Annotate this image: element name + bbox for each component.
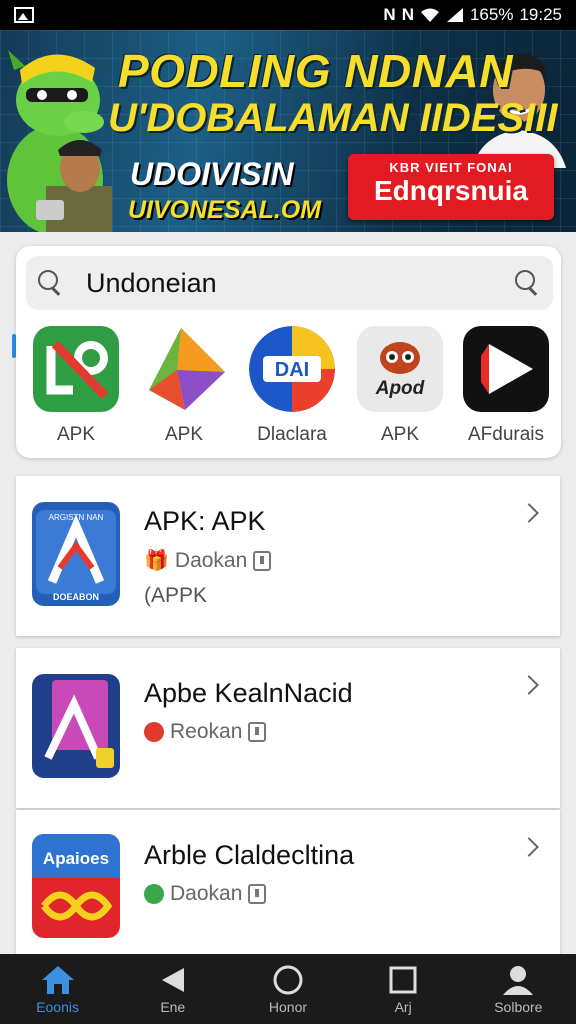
download-icon — [248, 722, 267, 742]
nav-item-back[interactable]: Ene — [123, 963, 223, 1015]
download-icon — [253, 550, 272, 571]
list-item-meta: Reokan — [144, 720, 267, 744]
banner-headline-secondary: U'DOBALAMAN IIDESIII — [108, 96, 558, 140]
list-item-title: Apbe KealnNacid — [144, 678, 353, 708]
app-tile-label: Dlaclara — [257, 424, 327, 445]
list-item-meta-text: Daokan — [174, 548, 248, 572]
wifi-icon — [420, 8, 439, 22]
app-list-icon — [32, 674, 120, 778]
app-tile-4[interactable]: Apod APK — [350, 326, 450, 446]
list-item[interactable]: ARGISTN NAN DOEABON APK: APK 🎁 Daokan (AP… — [16, 476, 560, 636]
list-item-subtitle: (APPK — [144, 584, 208, 607]
search-card: Undoneian APK APK DAI Dlaclara Apod APK — [16, 246, 561, 458]
banner-cta-button[interactable]: KBR VIEIT FONAI Ednqrsnuia — [348, 154, 554, 220]
chevron-right-icon[interactable] — [519, 675, 539, 695]
cta-small-text: KBR VIEIT FONAI — [389, 160, 513, 175]
banner-headline: PODLING NDNAN — [118, 45, 513, 97]
gift-icon: 🎁 — [144, 550, 169, 572]
network-indicator: N — [383, 5, 396, 24]
banner-url: UIVONESAL.OM — [128, 196, 322, 224]
search-submit-icon[interactable] — [515, 270, 541, 296]
search-input[interactable]: Undoneian — [26, 256, 553, 310]
search-query[interactable]: Undoneian — [86, 268, 515, 299]
chevron-right-icon[interactable] — [519, 837, 539, 857]
dai-icon: DAI — [249, 326, 335, 412]
download-icon — [248, 884, 267, 904]
list-item[interactable]: Apbe KealnNacid Reokan — [16, 648, 560, 808]
clock: 19:25 — [519, 5, 562, 24]
nav-label: Arj — [394, 999, 412, 1015]
list-item-title: APK: APK — [144, 506, 266, 536]
nav-label: Honor — [268, 999, 308, 1015]
nav-label: Eoonis — [36, 999, 79, 1015]
app-list-icon: Apaioes — [32, 834, 120, 938]
gallery-notification-icon — [14, 7, 34, 23]
home-icon — [41, 966, 74, 994]
colorful-arrow-icon — [141, 326, 227, 412]
nfc-icon: Ν — [401, 5, 414, 24]
app-tile-3[interactable]: DAI Dlaclara — [242, 326, 342, 446]
nav-label: Solbore — [494, 999, 543, 1015]
nav-label: Ene — [160, 999, 186, 1015]
back-icon — [161, 968, 184, 992]
list-item-meta-text: Daokan — [170, 882, 243, 905]
leaf-icon — [144, 884, 164, 904]
play-icon — [463, 326, 549, 412]
list-item-title: Arble Claldecltina — [144, 840, 355, 870]
svg-text:Apod: Apod — [375, 378, 425, 399]
apod-owl-icon: Apod — [357, 326, 443, 412]
circle-icon — [273, 965, 303, 995]
list-item-meta: 🎁 Daokan — [144, 548, 272, 573]
app-tile-1[interactable]: APK — [26, 326, 126, 446]
status-bar: N Ν 165% 19:25 — [0, 0, 576, 30]
icon-caption-bottom: DOEABON — [53, 592, 99, 602]
battery-level: 165% — [469, 5, 514, 24]
nav-item-profile[interactable]: Solbore — [468, 963, 568, 1015]
badge-icon — [144, 722, 164, 742]
app-tile-label: APK — [164, 424, 204, 445]
app-tile-label: AFdurais — [467, 424, 545, 445]
bottom-navigation: Eoonis Ene Honor Arj Solbore — [0, 954, 576, 1024]
list-item[interactable]: Apaioes Arble Claldecltina Daokan — [16, 810, 560, 970]
app-list-icon: ARGISTN NAN DOEABON — [32, 502, 120, 606]
search-icon[interactable] — [38, 270, 64, 296]
app-tile-label: APK — [380, 424, 420, 445]
square-icon — [389, 966, 417, 994]
list-item-meta: Daokan — [144, 882, 267, 906]
svg-text:DAI: DAI — [275, 359, 309, 381]
list-item-meta-text: Reokan — [170, 720, 243, 743]
person-icon — [503, 966, 534, 995]
soldier-illustration — [36, 140, 112, 232]
app-tile-2[interactable]: APK — [134, 326, 234, 446]
app-tile-label: APK — [56, 424, 96, 445]
nav-item-home-circle[interactable]: Honor — [238, 963, 338, 1015]
icon-caption: Apaioes — [43, 849, 109, 868]
featured-apps-row: APK APK DAI Dlaclara Apod APK AFdurais — [16, 326, 561, 448]
cta-big-text: Ednqrsnuia — [373, 175, 528, 206]
nav-item-recents[interactable]: Arj — [353, 963, 453, 1015]
app-tile-5[interactable]: AFdurais — [456, 326, 556, 446]
signal-icon — [446, 8, 463, 22]
icon-caption-top: ARGISTN NAN — [49, 513, 104, 522]
chevron-right-icon[interactable] — [519, 503, 539, 523]
green-pencil-icon — [33, 326, 119, 412]
promo-banner[interactable]: PODLING NDNAN U'DOBALAMAN IIDESIII UDOIV… — [0, 30, 576, 232]
banner-subtitle: UDOIVISIN — [130, 156, 294, 192]
nav-item-home[interactable]: Eoonis — [8, 963, 108, 1015]
